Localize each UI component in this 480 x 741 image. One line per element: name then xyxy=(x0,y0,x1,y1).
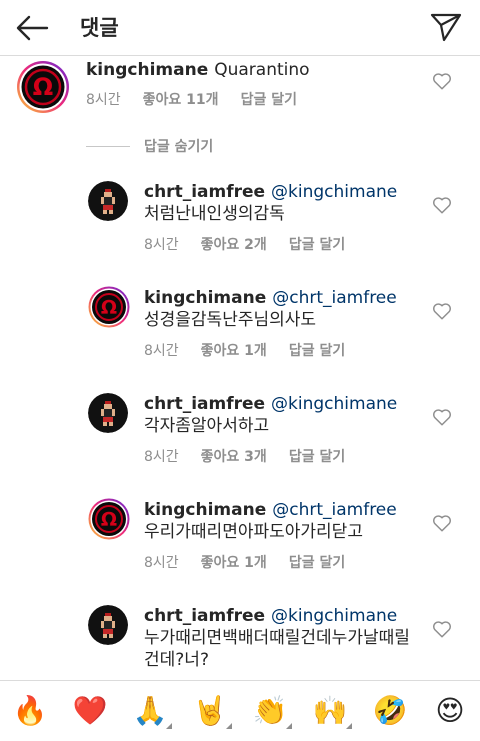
quick-emoji-bar: 🔥 ❤️ 🙏 🤘 👏 🙌 🤣 😍 xyxy=(0,680,480,741)
reply-comment: chrt_iamfree @kingchimane 각자좀알아서하고 8시간 좋아요… xyxy=(0,390,480,490)
skin-tone-indicator xyxy=(166,723,172,729)
comment-meta: 8시간 좋아요 1개 답글 달기 xyxy=(144,340,367,360)
heart-outline-icon[interactable] xyxy=(432,72,452,90)
likes-count[interactable]: 좋아요 1개 xyxy=(201,552,267,572)
red-heart-emoji-icon[interactable]: ❤️ xyxy=(72,693,108,729)
comment-body: 각자좀알아서하고 xyxy=(144,416,270,436)
comment-text: kingchimane @chrt_iamfree 우리가때리면아파도아가리닫고 xyxy=(144,499,424,543)
comment-body: 성경을감독난주님의사도 xyxy=(144,310,317,330)
sign-of-horns-glyph: 🤘 xyxy=(192,694,228,727)
arrow-left-icon xyxy=(16,15,49,41)
reply-button[interactable]: 답글 달기 xyxy=(289,340,345,360)
skin-tone-indicator xyxy=(286,723,292,729)
paper-plane-icon xyxy=(430,13,462,42)
reply-button[interactable]: 답글 달기 xyxy=(289,234,345,254)
svg-text:Ω: Ω xyxy=(33,73,53,101)
parent-comment: Ω kingchimane Quarantino 8시간 좋아요 11개 답글 달기 xyxy=(0,56,480,126)
reply-comment: Ω kingchimane @chrt_iamfree 성경을감독난주님의사도 8… xyxy=(0,284,480,384)
comment-text: chrt_iamfree @kingchimane 처럼난내인생의감독 xyxy=(144,181,424,225)
avatar-kingchimane[interactable]: Ω xyxy=(88,286,130,328)
back-button[interactable] xyxy=(12,8,52,48)
skin-tone-indicator xyxy=(346,723,352,729)
comment-text: chrt_iamfree @kingchimane 누가때리면백배더때릴건데누가날… xyxy=(144,605,424,671)
page-title: 댓글 xyxy=(80,16,119,40)
comment-time: 8시간 xyxy=(144,237,179,253)
comment-time: 8시간 xyxy=(86,92,121,108)
comment-username[interactable]: kingchimane xyxy=(86,60,208,80)
avatar-chrt-iamfree[interactable] xyxy=(88,181,128,221)
comment-username[interactable]: chrt_iamfree xyxy=(144,606,265,626)
comment-body: 처럼난내인생의감독 xyxy=(144,204,285,224)
reply-button[interactable]: 답글 달기 xyxy=(289,552,345,572)
comment-body: Quarantino xyxy=(214,60,310,80)
comment-username[interactable]: kingchimane xyxy=(144,288,266,308)
comment-text: kingchimane Quarantino xyxy=(86,59,416,81)
heart-eyes-face-emoji-icon[interactable]: 😍 xyxy=(432,693,468,729)
raising-hands-glyph: 🙌 xyxy=(312,694,348,727)
avatar-chrt-iamfree[interactable] xyxy=(88,605,128,645)
likes-count[interactable]: 좋아요 2개 xyxy=(201,234,267,254)
clapping-hands-emoji-icon[interactable]: 👏 xyxy=(252,693,292,729)
fire-emoji-icon[interactable]: 🔥 xyxy=(12,693,48,729)
comment-meta: 8시간 좋아요 1개 답글 달기 xyxy=(144,552,367,572)
folded-hands-emoji-icon[interactable]: 🙏 xyxy=(132,693,172,729)
mention-link[interactable]: @chrt_iamfree xyxy=(272,500,397,520)
likes-count[interactable]: 좋아요 3개 xyxy=(201,446,267,466)
comment-text: kingchimane @chrt_iamfree 성경을감독난주님의사도 xyxy=(144,287,424,331)
svg-text:Ω: Ω xyxy=(101,509,117,531)
folded-hands-glyph: 🙏 xyxy=(132,694,168,727)
heart-outline-icon[interactable] xyxy=(432,302,452,320)
comment-time: 8시간 xyxy=(144,449,179,465)
clapping-hands-glyph: 👏 xyxy=(252,694,288,727)
mention-link[interactable]: @kingchimane xyxy=(271,182,397,202)
hide-replies-label: 답글 숨기기 xyxy=(144,139,214,155)
avatar-kingchimane[interactable]: Ω xyxy=(16,60,70,114)
comment-username[interactable]: chrt_iamfree xyxy=(144,182,265,202)
raising-hands-emoji-icon[interactable]: 🙌 xyxy=(312,693,352,729)
comment-time: 8시간 xyxy=(144,555,179,571)
reply-comment: chrt_iamfree @kingchimane 누가때리면백배더때릴건데누가날… xyxy=(0,602,480,680)
reply-button[interactable]: 답글 달기 xyxy=(289,446,345,466)
rofl-face-emoji-icon[interactable]: 🤣 xyxy=(372,693,408,729)
reply-comment: chrt_iamfree @kingchimane 처럼난내인생의감독 8시간 좋아… xyxy=(0,178,480,278)
comment-body: 누가때리면백배더때릴건데누가날때릴건데?너? xyxy=(144,628,410,670)
mention-link[interactable]: @kingchimane xyxy=(271,394,397,414)
hide-replies-line xyxy=(86,145,130,147)
comment-meta: 8시간 좋아요 2개 답글 달기 xyxy=(144,234,367,254)
comment-meta: 8시간 좋아요 3개 답글 달기 xyxy=(144,446,367,466)
likes-count[interactable]: 좋아요 1개 xyxy=(201,340,267,360)
direct-share-button[interactable] xyxy=(426,7,466,47)
top-bar: 댓글 xyxy=(0,0,480,56)
mention-link[interactable]: @kingchimane xyxy=(271,606,397,626)
comment-username[interactable]: kingchimane xyxy=(144,500,266,520)
avatar-chrt-iamfree[interactable] xyxy=(88,393,128,433)
comment-text: chrt_iamfree @kingchimane 각자좀알아서하고 xyxy=(144,393,424,437)
sign-of-horns-emoji-icon[interactable]: 🤘 xyxy=(192,693,232,729)
heart-outline-icon[interactable] xyxy=(432,514,452,532)
svg-text:Ω: Ω xyxy=(101,297,117,319)
likes-count[interactable]: 좋아요 11개 xyxy=(143,89,219,109)
comments-list: Ω kingchimane Quarantino 8시간 좋아요 11개 답글 달기 … xyxy=(0,56,480,680)
heart-outline-icon[interactable] xyxy=(432,408,452,426)
comment-body: 우리가때리면아파도아가리닫고 xyxy=(144,522,363,542)
mention-link[interactable]: @chrt_iamfree xyxy=(272,288,397,308)
heart-outline-icon[interactable] xyxy=(432,196,452,214)
hide-replies-button[interactable]: 답글 숨기기 xyxy=(86,136,213,156)
reply-button[interactable]: 답글 달기 xyxy=(241,89,297,109)
comment-meta: 8시간 좋아요 11개 답글 달기 xyxy=(86,89,319,109)
skin-tone-indicator xyxy=(226,723,232,729)
reply-comment: Ω kingchimane @chrt_iamfree 우리가때리면아파도아가리닫… xyxy=(0,496,480,596)
comment-username[interactable]: chrt_iamfree xyxy=(144,394,265,414)
heart-outline-icon[interactable] xyxy=(432,620,452,638)
comment-time: 8시간 xyxy=(144,343,179,359)
avatar-kingchimane[interactable]: Ω xyxy=(88,498,130,540)
